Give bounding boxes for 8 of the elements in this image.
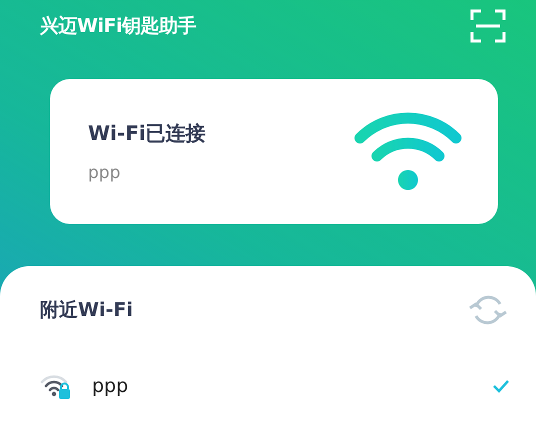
scan-icon[interactable] (470, 9, 506, 43)
network-name[interactable]: ppp (92, 375, 492, 397)
connection-status: Wi-Fi已连接 (88, 120, 206, 147)
section-title: 附近Wi-Fi (40, 298, 133, 323)
connected-ssid: ppp (88, 163, 122, 183)
wifi-icon (354, 112, 462, 192)
refresh-icon[interactable] (468, 293, 508, 327)
app-title: 兴迈WiFi钥匙助手 (40, 14, 196, 39)
